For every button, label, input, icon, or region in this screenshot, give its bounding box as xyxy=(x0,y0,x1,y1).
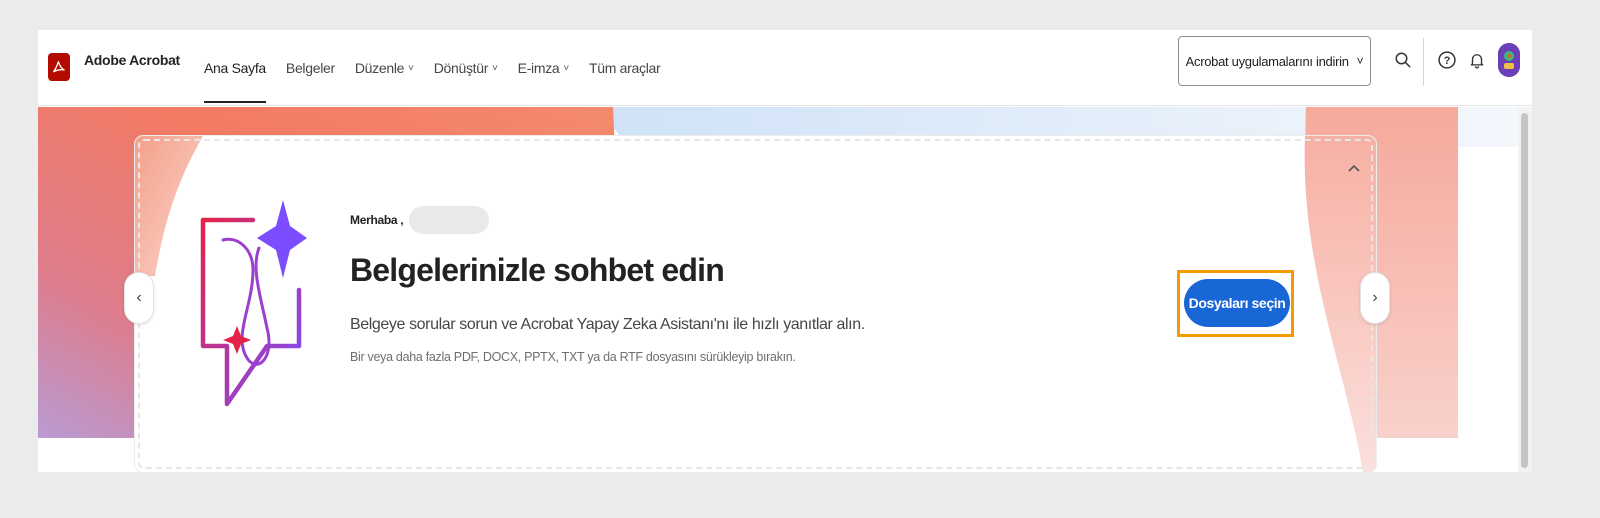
scrollbar-thumb[interactable] xyxy=(1521,113,1528,468)
nav-edit[interactable]: Düzenle ˅ xyxy=(345,30,424,106)
nav-all-tools[interactable]: Tüm araçlar xyxy=(579,30,670,106)
choose-files-button[interactable]: Dosyaları seçin xyxy=(1184,279,1290,327)
nav-all-tools-label: Tüm araçlar xyxy=(588,60,661,76)
chevron-down-icon: ˅ xyxy=(492,62,498,74)
bell-icon[interactable] xyxy=(1464,47,1490,73)
chevron-up-icon[interactable] xyxy=(1343,160,1365,176)
main-nav: Ana Sayfa Belgeler Düzenle ˅ Dönüştür ˅ … xyxy=(204,30,670,106)
nav-documents[interactable]: Belgeler xyxy=(276,30,345,106)
acrobat-app: Adobe Acrobat Ana Sayfa Belgeler Düzenle… xyxy=(38,30,1532,472)
carousel-next-button[interactable]: › xyxy=(1360,272,1390,324)
nav-documents-label: Belgeler xyxy=(285,60,335,76)
download-apps-label: Acrobat uygulamalarını indirin xyxy=(1185,53,1349,69)
nav-esign[interactable]: E-imza ˅ xyxy=(508,30,579,106)
chevron-left-icon: ‹ xyxy=(136,289,142,306)
chevron-down-icon: ˅ xyxy=(563,62,569,74)
chevron-right-icon: › xyxy=(1372,289,1378,306)
hero-description: Belgeye sorular sorun ve Acrobat Yapay Z… xyxy=(350,316,865,333)
nav-home[interactable]: Ana Sayfa xyxy=(204,30,276,106)
greeting-row: Merhaba , xyxy=(350,206,490,234)
header-divider xyxy=(1423,38,1424,86)
ai-chat-illustration xyxy=(200,200,307,407)
help-icon[interactable]: ? xyxy=(1434,47,1460,73)
hero-title: Belgelerinizle sohbet edin xyxy=(350,252,725,288)
nav-convert-label: Dönüştür xyxy=(433,60,489,76)
acrobat-logo-icon[interactable] xyxy=(48,53,70,81)
search-icon[interactable] xyxy=(1390,47,1416,73)
help-glyph: ? xyxy=(1444,55,1451,67)
redacted-username xyxy=(409,206,490,234)
top-header: Adobe Acrobat Ana Sayfa Belgeler Düzenle… xyxy=(38,30,1532,106)
nav-edit-label: Düzenle xyxy=(354,60,405,76)
chevron-down-icon: ˅ xyxy=(1356,54,1364,68)
nav-convert[interactable]: Dönüştür ˅ xyxy=(424,30,508,106)
carousel-prev-button[interactable]: ‹ xyxy=(124,272,154,324)
user-avatar[interactable] xyxy=(1498,43,1520,77)
brand-name[interactable]: Adobe Acrobat xyxy=(84,52,180,68)
nav-home-label: Ana Sayfa xyxy=(204,60,266,76)
nav-esign-label: E-imza xyxy=(517,60,560,76)
chevron-down-icon: ˅ xyxy=(408,62,414,74)
download-apps-button[interactable]: Acrobat uygulamalarını indirin ˅ xyxy=(1178,36,1371,86)
hero-subtext: Bir veya daha fazla PDF, DOCX, PPTX, TXT… xyxy=(350,350,796,364)
page-scrollbar[interactable] xyxy=(1518,107,1532,472)
greeting-text: Merhaba , xyxy=(350,213,404,227)
